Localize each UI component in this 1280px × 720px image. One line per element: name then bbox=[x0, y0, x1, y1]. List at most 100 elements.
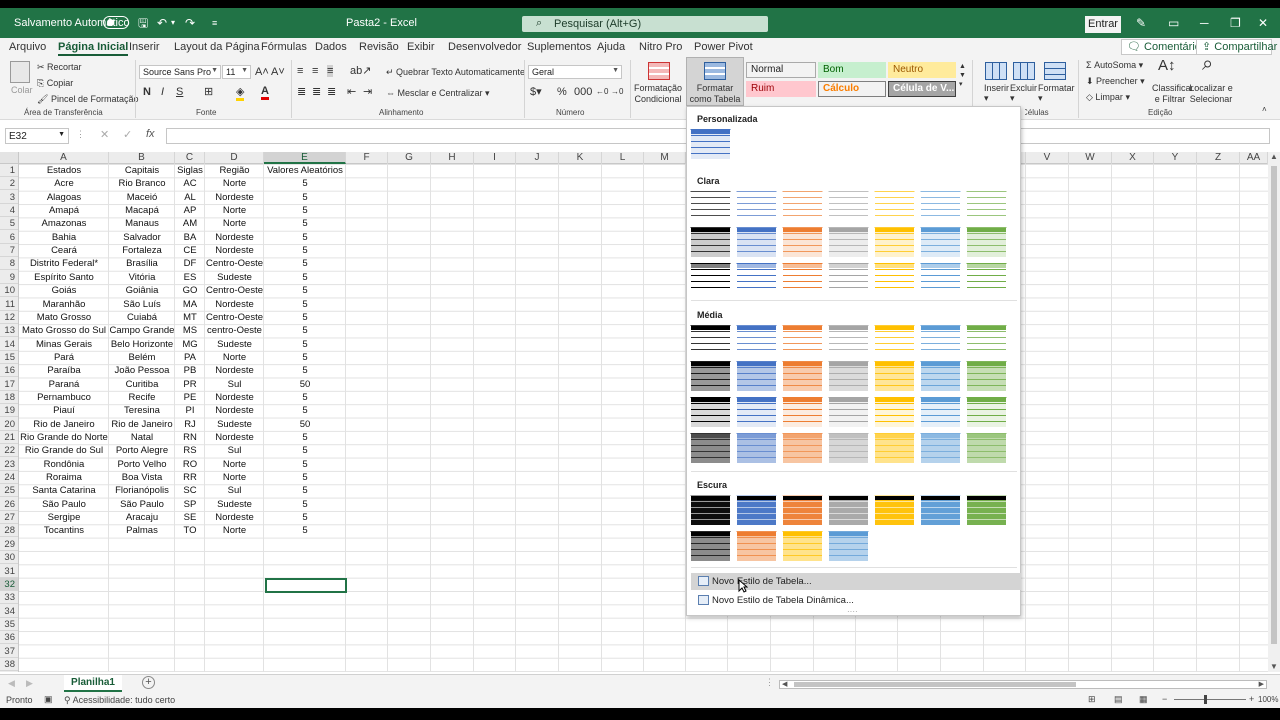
column-header-a[interactable]: A bbox=[19, 152, 109, 164]
undo-icon[interactable]: ↶ bbox=[157, 15, 167, 31]
cell-c1[interactable]: Siglas bbox=[175, 164, 205, 177]
tab-ajuda[interactable]: Ajuda bbox=[597, 41, 625, 53]
cell-c21[interactable]: RN bbox=[175, 431, 205, 444]
cell-d2[interactable]: Norte bbox=[205, 177, 264, 190]
cell-d12[interactable]: Centro-Oeste bbox=[205, 311, 264, 324]
column-header-j[interactable]: J bbox=[516, 152, 559, 164]
row-header[interactable]: 12 bbox=[0, 311, 18, 324]
tab-power-pivot[interactable]: Power Pivot bbox=[694, 41, 753, 53]
hscroll-thumb[interactable] bbox=[794, 682, 1076, 687]
cell-c16[interactable]: PB bbox=[175, 364, 205, 377]
table-style-medium[interactable] bbox=[966, 325, 1007, 356]
cell-style-celula-verificacao[interactable]: Célula de V... bbox=[888, 81, 956, 97]
selected-cell-e32[interactable] bbox=[265, 578, 347, 593]
table-style-medium[interactable] bbox=[874, 325, 915, 356]
cell-a28[interactable]: Tocantins bbox=[19, 524, 109, 537]
tab-layout[interactable]: Layout da Página bbox=[174, 41, 260, 53]
underline-button[interactable]: S bbox=[176, 86, 183, 98]
cell-b20[interactable]: Rio de Janeiro bbox=[109, 418, 175, 431]
customize-toolbar-icon[interactable]: ≡ bbox=[212, 15, 217, 31]
cell-d24[interactable]: Norte bbox=[205, 471, 264, 484]
cell-d9[interactable]: Sudeste bbox=[205, 271, 264, 284]
next-sheet-icon[interactable]: ▶ bbox=[26, 678, 33, 689]
row-header[interactable]: 21 bbox=[0, 431, 18, 444]
cell-b4[interactable]: Macapá bbox=[109, 204, 175, 217]
resize-grip-icon[interactable]: ···· bbox=[847, 607, 858, 616]
cell-e15[interactable]: 5 bbox=[264, 351, 346, 364]
row-header[interactable]: 37 bbox=[0, 645, 18, 658]
table-style-light[interactable] bbox=[690, 191, 731, 222]
cell-d11[interactable]: Nordeste bbox=[205, 298, 264, 311]
cell-e26[interactable]: 5 bbox=[264, 498, 346, 511]
cell-d6[interactable]: Nordeste bbox=[205, 231, 264, 244]
row-header[interactable]: 22 bbox=[0, 444, 18, 458]
tab-inserir[interactable]: Inserir bbox=[129, 41, 160, 53]
cell-b1[interactable]: Capitais bbox=[109, 164, 175, 177]
cell-b8[interactable]: Brasília bbox=[109, 257, 175, 270]
save-icon[interactable]: 🖫 bbox=[138, 15, 148, 31]
cell-a4[interactable]: Amapá bbox=[19, 204, 109, 217]
add-sheet-button[interactable]: + bbox=[142, 676, 155, 689]
table-style-light[interactable] bbox=[874, 263, 915, 294]
cell-c8[interactable]: DF bbox=[175, 257, 205, 270]
column-header-b[interactable]: B bbox=[109, 152, 175, 164]
insert-cells-button[interactable]: Inserir ▾ bbox=[984, 83, 1009, 104]
tab-desenvolvedor[interactable]: Desenvolvedor bbox=[448, 41, 521, 53]
cell-a7[interactable]: Ceará bbox=[19, 244, 109, 257]
cell-b14[interactable]: Belo Horizonte bbox=[109, 338, 175, 351]
row-header[interactable]: 23 bbox=[0, 458, 18, 471]
cell-a24[interactable]: Roraima bbox=[19, 471, 109, 484]
cell-d7[interactable]: Nordeste bbox=[205, 244, 264, 257]
scroll-up-icon[interactable]: ▲ bbox=[1270, 152, 1278, 161]
column-header-f[interactable]: F bbox=[346, 152, 388, 164]
decrease-indent-icon[interactable]: ⇤ bbox=[347, 86, 356, 98]
cell-d17[interactable]: Sul bbox=[205, 378, 264, 391]
cell-d18[interactable]: Nordeste bbox=[205, 391, 264, 404]
cell-e23[interactable]: 5 bbox=[264, 458, 346, 471]
table-style-medium[interactable] bbox=[782, 361, 823, 392]
cell-a10[interactable]: Goiás bbox=[19, 284, 109, 297]
cell-b17[interactable]: Curitiba bbox=[109, 378, 175, 391]
column-header-c[interactable]: C bbox=[175, 152, 205, 164]
page-break-view-icon[interactable]: ▦ bbox=[1139, 694, 1148, 705]
cell-c3[interactable]: AL bbox=[175, 191, 205, 204]
vertical-scrollbar[interactable]: ▲ ▼ bbox=[1268, 152, 1280, 672]
row-header[interactable]: 7 bbox=[0, 244, 18, 258]
table-style-light[interactable] bbox=[690, 227, 731, 258]
cell-a13[interactable]: Mato Grosso do Sul bbox=[19, 324, 109, 337]
table-style-dark[interactable] bbox=[874, 495, 915, 526]
cell-a3[interactable]: Alagoas bbox=[19, 191, 109, 204]
increase-decimal-icon[interactable]: ←0 bbox=[596, 86, 608, 98]
cell-b11[interactable]: São Luís bbox=[109, 298, 175, 311]
undo-dropdown-icon[interactable]: ▾ bbox=[171, 15, 175, 31]
zoom-level[interactable]: 100% bbox=[1258, 695, 1278, 704]
scroll-down-icon[interactable]: ▼ bbox=[1270, 662, 1278, 671]
cell-c27[interactable]: SE bbox=[175, 511, 205, 524]
cell-a8[interactable]: Distrito Federal* bbox=[19, 257, 109, 270]
cell-b18[interactable]: Recife bbox=[109, 391, 175, 404]
cell-c2[interactable]: AC bbox=[175, 177, 205, 190]
cell-b28[interactable]: Palmas bbox=[109, 524, 175, 537]
cell-d19[interactable]: Nordeste bbox=[205, 404, 264, 417]
align-right-icon[interactable]: ≣ bbox=[327, 86, 336, 98]
collapse-ribbon-icon[interactable]: ˄ bbox=[1262, 104, 1267, 116]
row-header[interactable]: 19 bbox=[0, 404, 18, 418]
cell-e20[interactable]: 50 bbox=[264, 418, 346, 431]
cell-e24[interactable]: 5 bbox=[264, 471, 346, 484]
table-style-dark[interactable] bbox=[782, 495, 823, 526]
sheet-tab-planilha1[interactable]: Planilha1 bbox=[64, 675, 122, 692]
table-style-medium[interactable] bbox=[966, 433, 1007, 464]
cell-e6[interactable]: 5 bbox=[264, 231, 346, 244]
row-header[interactable]: 8 bbox=[0, 257, 18, 271]
cell-b26[interactable]: São Paulo bbox=[109, 498, 175, 511]
column-header-x[interactable]: X bbox=[1112, 152, 1154, 164]
comma-style-icon[interactable]: 000 bbox=[574, 86, 592, 98]
font-color-icon[interactable]: A bbox=[261, 85, 269, 100]
cell-a22[interactable]: Rio Grande do Sul bbox=[19, 444, 109, 457]
cell-c25[interactable]: SC bbox=[175, 484, 205, 497]
cell-c12[interactable]: MT bbox=[175, 311, 205, 324]
table-style-light[interactable] bbox=[690, 263, 731, 294]
tab-exibir[interactable]: Exibir bbox=[407, 41, 435, 53]
column-header-v[interactable]: V bbox=[1026, 152, 1069, 164]
tab-splitter-icon[interactable]: ⋮ bbox=[765, 677, 774, 688]
